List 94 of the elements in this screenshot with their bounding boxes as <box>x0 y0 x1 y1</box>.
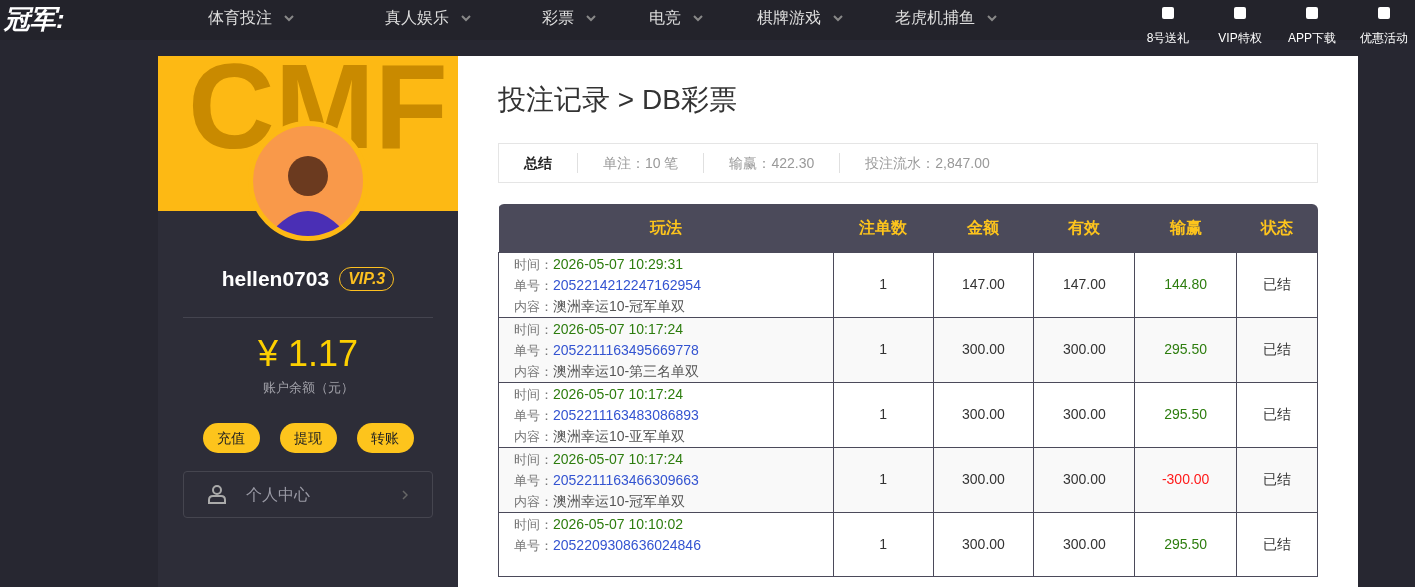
bet-amount: 147.00 <box>962 276 1005 292</box>
field-label: 内容： <box>514 428 553 444</box>
bet-number: 2052211163483086893 <box>553 406 699 423</box>
field-label: 单号： <box>514 472 553 488</box>
nav-link[interactable]: 棋牌游戏 <box>757 6 895 30</box>
nav-link[interactable]: 体育投注 <box>208 6 385 30</box>
bet-time: 2026-05-07 10:29:31 <box>553 255 683 272</box>
field-label: 内容： <box>514 363 553 379</box>
caret-icon <box>833 14 843 22</box>
bet-amount: 300.00 <box>962 406 1005 422</box>
shortcut-icon <box>1305 6 1319 20</box>
valid-amount: 147.00 <box>1062 276 1106 292</box>
page-title: 投注记录 > DB彩票 <box>498 83 738 117</box>
summary-stat: 单注：10 笔 <box>602 153 680 173</box>
bet-content: 澳洲幸运10-第三名单双 <box>553 362 700 379</box>
field-label: 内容： <box>514 493 553 509</box>
valid-amount: 300.00 <box>1062 471 1106 487</box>
shortcut-icon <box>1161 6 1175 20</box>
balance-amount: ¥ 1.17 <box>257 331 359 376</box>
caret-icon <box>461 14 471 22</box>
win-loss: 295.50 <box>1164 341 1208 357</box>
shortcut-link[interactable]: 8号送礼 <box>1143 6 1193 47</box>
bet-number: 2052209308636024846 <box>553 536 701 553</box>
bet-count: 1 <box>879 276 887 292</box>
caret-icon <box>586 14 596 22</box>
field-label: 单号： <box>514 537 553 553</box>
nav-link[interactable]: 彩票 <box>542 6 649 30</box>
valid-amount: 300.00 <box>1062 406 1106 422</box>
nav-link[interactable]: 电竞 <box>649 6 757 30</box>
shortcut-link[interactable]: APP下载 <box>1287 6 1337 47</box>
bet-number: 2052211163466309663 <box>553 471 699 488</box>
bet-time: 2026-05-07 10:10:02 <box>553 515 683 532</box>
menu-item[interactable]: 个人中心 <box>183 471 433 518</box>
column-header: 玩法 <box>498 204 834 252</box>
field-label: 内容： <box>514 298 553 314</box>
summary-stat: 输赢：422.30 <box>728 153 816 173</box>
field-label: 时间： <box>514 451 553 467</box>
shortcut-link[interactable]: 优惠活动 <box>1359 6 1409 47</box>
balance-label: 账户余额（元） <box>262 378 354 397</box>
win-loss: 295.50 <box>1164 535 1208 552</box>
field-label: 时间： <box>514 386 553 402</box>
bet-time: 2026-05-07 10:17:24 <box>553 320 683 337</box>
column-header: 注单数 <box>833 204 933 252</box>
win-loss: 144.80 <box>1164 276 1208 292</box>
bet-amount: 300.00 <box>962 341 1005 357</box>
bet-count: 1 <box>879 406 887 422</box>
shortcut-icon <box>1233 6 1247 20</box>
bet-count: 1 <box>879 535 887 552</box>
nav-link[interactable]: 真人娱乐 <box>385 6 542 30</box>
field-label: 单号： <box>514 277 553 293</box>
shortcut-icon <box>1377 6 1391 20</box>
chevron-icon <box>402 489 408 500</box>
field-label: 时间： <box>514 256 553 272</box>
bet-amount: 300.00 <box>962 471 1005 487</box>
bet-count: 1 <box>879 341 887 357</box>
bet-amount: 300.00 <box>962 535 1005 552</box>
bet-status: 已结 <box>1263 341 1292 357</box>
bet-content: 澳洲幸运10-冠军单双 <box>553 492 686 509</box>
bet-time: 2026-05-07 10:17:24 <box>553 450 683 467</box>
logo[interactable]: 冠军: <box>0 0 208 36</box>
caret-icon <box>284 14 294 22</box>
username: hellen0703 <box>221 266 330 292</box>
nav-link[interactable]: 老虎机捕鱼 <box>895 6 1055 30</box>
caret-icon <box>987 14 997 22</box>
win-loss: 295.50 <box>1164 406 1208 422</box>
bet-status: 已结 <box>1263 535 1292 552</box>
action-button[interactable]: 转账 <box>356 423 414 453</box>
column-header: 金额 <box>933 204 1034 252</box>
action-button[interactable]: 提现 <box>279 423 337 453</box>
user-icon <box>208 485 226 504</box>
field-label: 单号： <box>514 407 553 423</box>
field-label: 单号： <box>514 342 553 358</box>
field-label: 时间： <box>514 321 553 337</box>
bet-time: 2026-05-07 10:17:24 <box>553 385 683 402</box>
bet-content: 澳洲幸运10-亚军单双 <box>553 427 686 444</box>
bet-status: 已结 <box>1263 406 1292 422</box>
column-header: 状态 <box>1236 204 1318 252</box>
summary-stat: 投注流水：2,847.00 <box>864 153 991 173</box>
bet-number: 2052214212247162954 <box>553 276 701 293</box>
field-label: 时间： <box>514 516 553 532</box>
valid-amount: 300.00 <box>1062 341 1106 357</box>
shortcut-link[interactable]: VIP特权 <box>1215 6 1265 47</box>
valid-amount: 300.00 <box>1062 535 1106 552</box>
column-header: 输赢 <box>1134 204 1237 252</box>
bet-status: 已结 <box>1263 276 1292 292</box>
bet-number: 2052211163495669778 <box>553 341 699 358</box>
action-button[interactable]: 充值 <box>202 423 260 453</box>
bet-content: 澳洲幸运10-冠军单双 <box>553 297 686 314</box>
win-loss: -300.00 <box>1161 471 1210 487</box>
caret-icon <box>693 14 703 22</box>
summary-title: 总结 <box>522 153 553 173</box>
bet-count: 1 <box>879 471 887 487</box>
bet-status: 已结 <box>1263 471 1292 487</box>
column-header: 有效 <box>1033 204 1135 252</box>
